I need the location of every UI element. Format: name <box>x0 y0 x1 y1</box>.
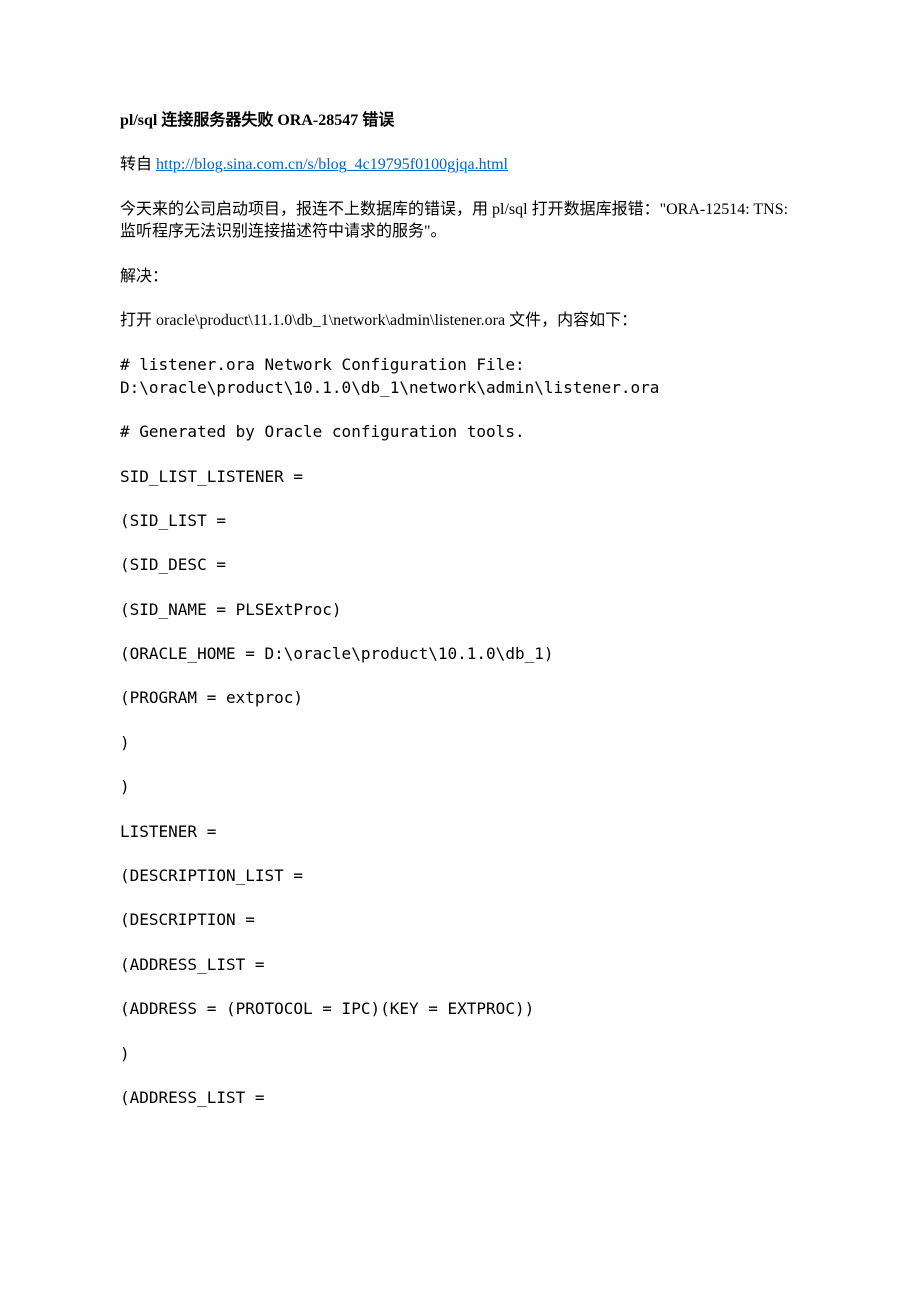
config-comment-2: # Generated by Oracle configuration tool… <box>120 421 800 443</box>
intro-paragraph: 今天来的公司启动项目，报连不上数据库的错误，用 pl/sql 打开数据库报错："… <box>120 199 800 244</box>
config-line: (DESCRIPTION = <box>120 909 800 931</box>
config-line: LISTENER = <box>120 821 800 843</box>
config-line: (SID_NAME = PLSExtProc) <box>120 599 800 621</box>
document-page: pl/sql 连接服务器失败 ORA-28547 错误 转自 http://bl… <box>0 0 920 1191</box>
config-line: ) <box>120 1043 800 1065</box>
resolve-label: 解决： <box>120 266 800 288</box>
config-line: (ADDRESS_LIST = <box>120 954 800 976</box>
source-line: 转自 http://blog.sina.com.cn/s/blog_4c1979… <box>120 154 800 176</box>
config-line: (ADDRESS = (PROTOCOL = IPC)(KEY = EXTPRO… <box>120 998 800 1020</box>
config-line: ) <box>120 732 800 754</box>
config-comment-1: # listener.ora Network Configuration Fil… <box>120 354 800 399</box>
source-link[interactable]: http://blog.sina.com.cn/s/blog_4c19795f0… <box>156 156 508 173</box>
config-line: (PROGRAM = extproc) <box>120 687 800 709</box>
config-line: (SID_DESC = <box>120 554 800 576</box>
config-line: (ADDRESS_LIST = <box>120 1087 800 1109</box>
config-line: (ORACLE_HOME = D:\oracle\product\10.1.0\… <box>120 643 800 665</box>
config-line: (DESCRIPTION_LIST = <box>120 865 800 887</box>
source-prefix: 转自 <box>120 156 156 173</box>
config-line: ) <box>120 776 800 798</box>
config-line: SID_LIST_LISTENER = <box>120 466 800 488</box>
open-file-paragraph: 打开 oracle\product\11.1.0\db_1\network\ad… <box>120 310 800 332</box>
page-title: pl/sql 连接服务器失败 ORA-28547 错误 <box>120 110 800 132</box>
config-line: (SID_LIST = <box>120 510 800 532</box>
